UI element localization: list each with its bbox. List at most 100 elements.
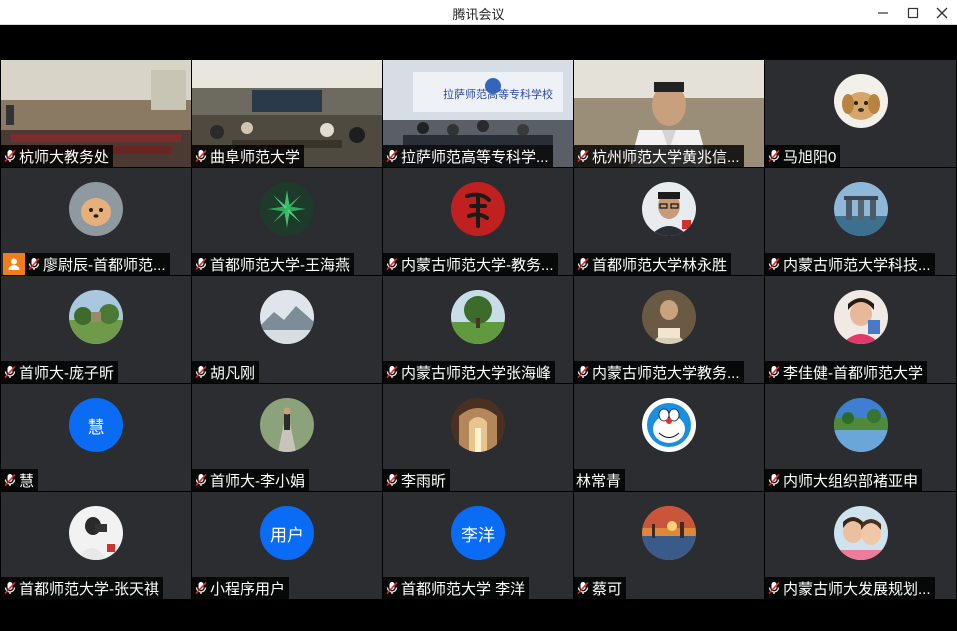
mic-muted-icon xyxy=(385,580,399,596)
participant-namebar: 马旭阳0 xyxy=(765,145,841,167)
participant-name: 曲阜师范大学 xyxy=(210,148,301,166)
participant-namebar: 首都师范大学林永胜 xyxy=(574,253,732,275)
park-trees-avatar xyxy=(451,290,505,344)
participant-namebar: 杭州师范大学黄兆信... xyxy=(574,145,744,167)
participant-tile[interactable]: 李佳健-首都师范大学 xyxy=(765,276,956,383)
participant-grid: 杭师大教务处 曲阜师范大学 拉萨师范高等专科学校 拉萨师范高等专科学... 杭州… xyxy=(1,60,956,599)
cathedral-avatar xyxy=(451,398,505,452)
participant-namebar: 廖尉辰-首都师范... xyxy=(25,253,170,275)
participant-tile[interactable]: 内蒙古师范大学教务... xyxy=(574,276,764,383)
participant-tile[interactable]: 首都师范大学-张天祺 xyxy=(1,492,191,599)
mic-muted-icon xyxy=(3,148,17,164)
participant-name: 慧 xyxy=(19,472,35,490)
mic-muted-icon xyxy=(576,148,590,164)
participant-tile[interactable]: 林常青 xyxy=(574,384,764,491)
participant-tile[interactable]: 首师大-庞子昕 xyxy=(1,276,191,383)
participant-name: 李雨昕 xyxy=(401,472,447,490)
green-plant-avatar xyxy=(260,182,314,236)
participant-namebar: 慧 xyxy=(1,469,39,491)
user-icon xyxy=(3,253,25,275)
meeting-bottom-bar xyxy=(0,599,957,631)
participant-namebar: 拉萨师范高等专科学... xyxy=(383,145,553,167)
participant-tile[interactable]: 胡凡刚 xyxy=(192,276,382,383)
participant-tile[interactable]: 内师大组织部褚亚申 xyxy=(765,384,956,491)
initial-avatar: 慧 xyxy=(69,398,123,452)
two-children-avatar xyxy=(833,506,888,560)
participant-name: 李佳健-首都师范大学 xyxy=(783,364,923,382)
person-road-avatar xyxy=(260,398,314,452)
initial-avatar: 李洋 xyxy=(451,506,505,560)
mic-muted-icon xyxy=(194,256,208,272)
participant-tile[interactable]: 杭师大教务处 xyxy=(1,60,191,167)
participant-tile[interactable]: 首都师范大学-王海燕 xyxy=(192,168,382,275)
participant-tile[interactable]: 内蒙古师大发展规划... xyxy=(765,492,956,599)
misty-mountain-avatar xyxy=(260,290,314,344)
participant-tile[interactable]: 拉萨师范高等专科学校 拉萨师范高等专科学... xyxy=(383,60,573,167)
participant-tile[interactable]: 蔡可 xyxy=(574,492,764,599)
participant-namebar: 曲阜师范大学 xyxy=(192,145,305,167)
city-skyline-avatar xyxy=(833,182,888,236)
participant-name: 首师大-李小娟 xyxy=(210,472,305,490)
participant-namebar: 小程序用户 xyxy=(192,577,290,599)
mic-muted-icon xyxy=(3,472,17,488)
participant-name: 内师大组织部褚亚申 xyxy=(783,472,919,490)
participant-namebar: 首师大-李小娟 xyxy=(192,469,309,491)
red-calligraphy-avatar xyxy=(451,182,505,236)
participant-namebar: 内师大组织部褚亚申 xyxy=(765,469,923,491)
participant-tile[interactable]: 李雨昕 xyxy=(383,384,573,491)
participant-tile[interactable]: 慧 慧 xyxy=(1,384,191,491)
participant-tile[interactable]: 首都师范大学林永胜 xyxy=(574,168,764,275)
participant-name: 内蒙古师范大学科技... xyxy=(783,256,931,274)
mic-muted-icon xyxy=(767,472,781,488)
sunset-painting-avatar xyxy=(642,506,696,560)
person-reading-avatar xyxy=(642,290,696,344)
maximize-icon[interactable] xyxy=(898,0,928,25)
close-icon[interactable] xyxy=(927,0,957,25)
mic-muted-icon xyxy=(576,580,590,596)
participant-namebar: 蔡可 xyxy=(574,577,627,599)
participant-tile[interactable]: 马旭阳0 xyxy=(765,60,956,167)
mic-muted-icon xyxy=(194,364,208,380)
participant-tile[interactable]: 曲阜师范大学 xyxy=(192,60,382,167)
participant-tile[interactable]: 廖尉辰-首都师范... xyxy=(1,168,191,275)
participant-namebar: 内蒙古师范大学教务... xyxy=(574,361,744,383)
participant-namebar: 林常青 xyxy=(574,469,626,491)
participant-name: 首都师范大学林永胜 xyxy=(592,256,728,274)
participant-tile[interactable]: 内蒙古师范大学-教务... xyxy=(383,168,573,275)
mic-muted-icon xyxy=(767,580,781,596)
mic-muted-icon xyxy=(194,580,208,596)
mic-muted-icon xyxy=(767,364,781,380)
mic-muted-icon xyxy=(385,472,399,488)
participant-tile[interactable]: 首师大-李小娟 xyxy=(192,384,382,491)
participant-tile[interactable]: 内蒙古师范大学科技... xyxy=(765,168,956,275)
meeting-top-bar xyxy=(0,26,957,60)
participant-name: 内蒙古师范大学-教务... xyxy=(401,256,554,274)
fluffy-dog-avatar xyxy=(69,182,123,236)
mic-muted-icon xyxy=(385,256,399,272)
doraemon-avatar xyxy=(642,398,696,452)
mic-muted-icon xyxy=(576,364,590,380)
participant-tile[interactable]: 内蒙古师范大学张海峰 xyxy=(383,276,573,383)
participant-name: 杭师大教务处 xyxy=(19,148,110,166)
minimize-icon[interactable] xyxy=(868,0,898,25)
participant-namebar: 首都师范大学 李洋 xyxy=(383,577,530,599)
mic-muted-icon xyxy=(3,580,17,596)
participant-name: 小程序用户 xyxy=(210,580,286,598)
participant-namebar: 李佳健-首都师范大学 xyxy=(765,361,927,383)
participant-namebar: 首都师范大学-张天祺 xyxy=(1,577,163,599)
participant-name: 内蒙古师范大学张海峰 xyxy=(401,364,552,382)
participant-name: 首都师范大学-王海燕 xyxy=(210,256,350,274)
participant-tile[interactable]: 李洋 首都师范大学 李洋 xyxy=(383,492,573,599)
participant-tile[interactable]: 杭州师范大学黄兆信... xyxy=(574,60,764,167)
participant-name: 内蒙古师大发展规划... xyxy=(783,580,931,598)
lake-landscape-avatar xyxy=(833,398,888,452)
mic-muted-icon xyxy=(767,256,781,272)
participant-name: 胡凡刚 xyxy=(210,364,256,382)
participant-name: 首都师范大学 李洋 xyxy=(401,580,526,598)
participant-tile[interactable]: 用户 小程序用户 xyxy=(192,492,382,599)
participant-namebar: 胡凡刚 xyxy=(192,361,260,383)
participant-namebar: 内蒙古师范大学-教务... xyxy=(383,253,558,275)
mic-muted-icon xyxy=(767,148,781,164)
participant-name: 内蒙古师范大学教务... xyxy=(592,364,740,382)
garden-avatar xyxy=(69,290,123,344)
